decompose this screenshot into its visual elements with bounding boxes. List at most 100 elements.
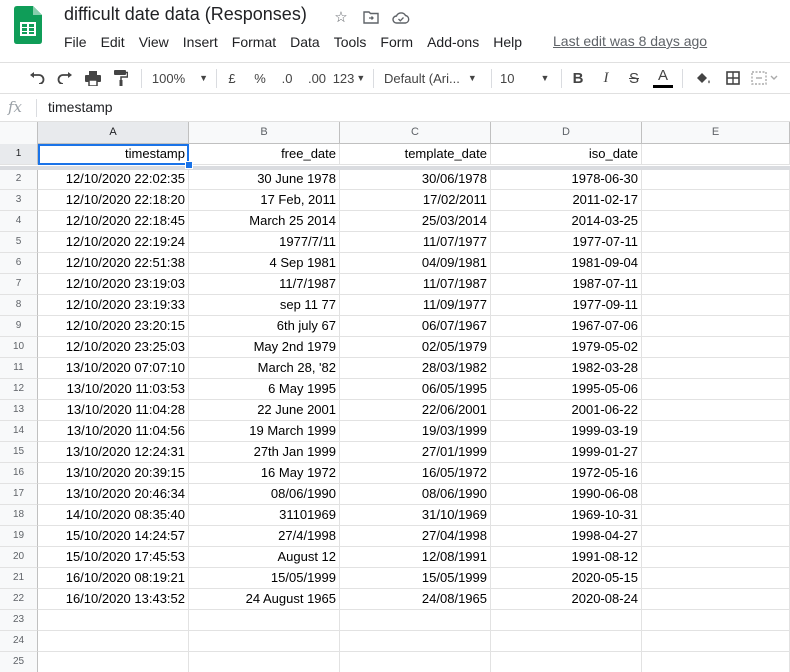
cell-e20[interactable] [642, 547, 790, 568]
cell-a11[interactable]: 13/10/2020 07:07:10 [38, 358, 189, 379]
cell-c21[interactable]: 15/05/1999 [340, 568, 491, 589]
cloud-status-icon[interactable] [390, 7, 412, 27]
cell-b6[interactable]: 4 Sep 1981 [189, 253, 340, 274]
cell-d17[interactable]: 1990-06-08 [491, 484, 642, 505]
cell-c6[interactable]: 04/09/1981 [340, 253, 491, 274]
row-number[interactable]: 9 [0, 316, 38, 337]
column-header-c[interactable]: C [340, 122, 491, 143]
cell-b2[interactable]: 30 June 1978 [189, 169, 340, 190]
menu-help[interactable]: Help [486, 32, 529, 52]
cell-e12[interactable] [642, 379, 790, 400]
cell-b22[interactable]: 24 August 1965 [189, 589, 340, 610]
cell-c2[interactable]: 30/06/1978 [340, 169, 491, 190]
cell-b14[interactable]: 19 March 1999 [189, 421, 340, 442]
menu-edit[interactable]: Edit [94, 32, 132, 52]
row-number[interactable]: 18 [0, 505, 38, 526]
row-number[interactable]: 16 [0, 463, 38, 484]
cell-c10[interactable]: 02/05/1979 [340, 337, 491, 358]
cell-d5[interactable]: 1977-07-11 [491, 232, 642, 253]
cell-c14[interactable]: 19/03/1999 [340, 421, 491, 442]
formula-input[interactable]: timestamp [48, 99, 113, 115]
row-number[interactable]: 22 [0, 589, 38, 610]
cell-b13[interactable]: 22 June 2001 [189, 400, 340, 421]
cell-c17[interactable]: 08/06/1990 [340, 484, 491, 505]
cell-c9[interactable]: 06/07/1967 [340, 316, 491, 337]
menu-tools[interactable]: Tools [327, 32, 374, 52]
percent-button[interactable]: % [250, 63, 270, 93]
cell-e11[interactable] [642, 358, 790, 379]
cell-b5[interactable]: 1977/7/11 [189, 232, 340, 253]
cell-c16[interactable]: 16/05/1972 [340, 463, 491, 484]
row-number[interactable]: 24 [0, 631, 38, 652]
cell-e22[interactable] [642, 589, 790, 610]
cell-d19[interactable]: 1998-04-27 [491, 526, 642, 547]
row-number[interactable]: 20 [0, 547, 38, 568]
cell-d9[interactable]: 1967-07-06 [491, 316, 642, 337]
cell-c5[interactable]: 11/07/1977 [340, 232, 491, 253]
cell-e24[interactable] [642, 631, 790, 652]
cell-a17[interactable]: 13/10/2020 20:46:34 [38, 484, 189, 505]
cell-c12[interactable]: 06/05/1995 [340, 379, 491, 400]
cell-a10[interactable]: 12/10/2020 23:25:03 [38, 337, 189, 358]
menu-form[interactable]: Form [373, 32, 420, 52]
cell-a6[interactable]: 12/10/2020 22:51:38 [38, 253, 189, 274]
last-edit-link[interactable]: Last edit was 8 days ago [553, 33, 707, 49]
cell-e6[interactable] [642, 253, 790, 274]
cell-d7[interactable]: 1987-07-11 [491, 274, 642, 295]
cell-a2[interactable]: 12/10/2020 22:02:35 [38, 169, 189, 190]
cell-e4[interactable] [642, 211, 790, 232]
cell-a20[interactable]: 15/10/2020 17:45:53 [38, 547, 189, 568]
cell-c19[interactable]: 27/04/1998 [340, 526, 491, 547]
cell-a7[interactable]: 12/10/2020 23:19:03 [38, 274, 189, 295]
cell-b15[interactable]: 27th Jan 1999 [189, 442, 340, 463]
row-number[interactable]: 11 [0, 358, 38, 379]
borders-icon[interactable] [722, 63, 744, 93]
cell-e19[interactable] [642, 526, 790, 547]
cell-d6[interactable]: 1981-09-04 [491, 253, 642, 274]
cell-e14[interactable] [642, 421, 790, 442]
cell-e18[interactable] [642, 505, 790, 526]
cell-d21[interactable]: 2020-05-15 [491, 568, 642, 589]
paint-format-icon[interactable] [110, 63, 132, 93]
cell-b17[interactable]: 08/06/1990 [189, 484, 340, 505]
frozen-row-divider[interactable] [0, 166, 790, 170]
star-icon[interactable]: ☆ [330, 7, 352, 27]
row-number[interactable]: 3 [0, 190, 38, 211]
cell-c4[interactable]: 25/03/2014 [340, 211, 491, 232]
cell-c11[interactable]: 28/03/1982 [340, 358, 491, 379]
cell-e3[interactable] [642, 190, 790, 211]
row-number[interactable]: 5 [0, 232, 38, 253]
cell-e21[interactable] [642, 568, 790, 589]
row-number[interactable]: 19 [0, 526, 38, 547]
more-formats-button[interactable]: 123 ▼ [332, 63, 366, 93]
menu-insert[interactable]: Insert [176, 32, 225, 52]
cell-e13[interactable] [642, 400, 790, 421]
cell-e17[interactable] [642, 484, 790, 505]
cell-b19[interactable]: 27/4/1998 [189, 526, 340, 547]
document-title[interactable]: difficult date data (Responses) [64, 4, 307, 25]
cell-c18[interactable]: 31/10/1969 [340, 505, 491, 526]
cell-a12[interactable]: 13/10/2020 11:03:53 [38, 379, 189, 400]
cell-c8[interactable]: 11/09/1977 [340, 295, 491, 316]
row-number[interactable]: 12 [0, 379, 38, 400]
cell-b10[interactable]: May 2nd 1979 [189, 337, 340, 358]
row-number[interactable]: 14 [0, 421, 38, 442]
cell-d16[interactable]: 1972-05-16 [491, 463, 642, 484]
cell-d15[interactable]: 1999-01-27 [491, 442, 642, 463]
cell-b7[interactable]: 11/7/1987 [189, 274, 340, 295]
select-all-corner[interactable] [0, 122, 38, 144]
cell-c23[interactable] [340, 610, 491, 631]
cell-a9[interactable]: 12/10/2020 23:20:15 [38, 316, 189, 337]
cell-c7[interactable]: 11/07/1987 [340, 274, 491, 295]
cell-e2[interactable] [642, 169, 790, 190]
cell-e15[interactable] [642, 442, 790, 463]
cell-b16[interactable]: 16 May 1972 [189, 463, 340, 484]
cell-c22[interactable]: 24/08/1965 [340, 589, 491, 610]
cell-d8[interactable]: 1977-09-11 [491, 295, 642, 316]
cell-d23[interactable] [491, 610, 642, 631]
cell-c25[interactable] [340, 652, 491, 672]
cell-d2[interactable]: 1978-06-30 [491, 169, 642, 190]
cell-a1[interactable]: timestamp [38, 144, 189, 165]
cell-a24[interactable] [38, 631, 189, 652]
merge-cells-icon[interactable] [750, 63, 780, 93]
